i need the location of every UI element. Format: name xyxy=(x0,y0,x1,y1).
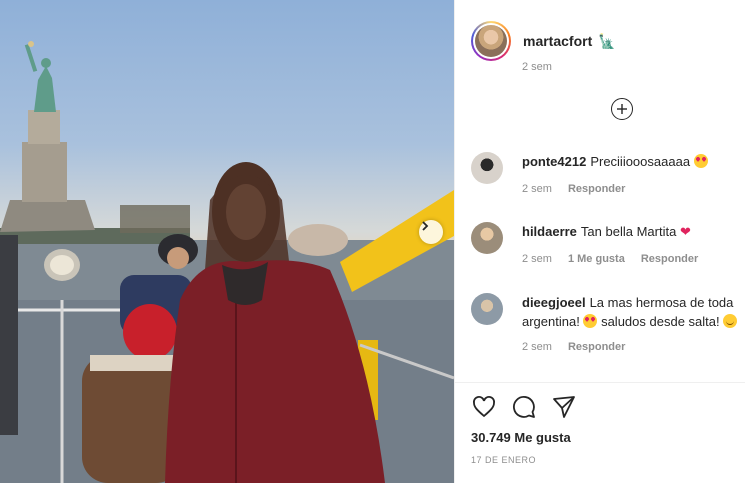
heart-eyes-emoji-icon xyxy=(583,314,598,328)
comment-item: dieegjoeel La mas hermosa de toda argenti… xyxy=(471,293,743,353)
comment-meta: 2 sem 1 Me gusta Responder xyxy=(522,253,743,265)
post-date[interactable]: 17 DE ENERO xyxy=(471,455,536,465)
comment-button[interactable] xyxy=(511,394,537,420)
comment-meta: 2 sem Responder xyxy=(522,183,743,195)
photo-scene xyxy=(0,41,454,483)
post-header: martacfort 🗽 xyxy=(471,21,616,61)
paper-plane-icon xyxy=(553,396,575,418)
comment-time[interactable]: 2 sem xyxy=(522,253,552,265)
comment-text: dieegjoeel La mas hermosa de toda argenti… xyxy=(522,293,743,331)
plus-circle-icon xyxy=(617,104,627,114)
heart-eyes-emoji-icon xyxy=(693,154,708,168)
smile-emoji-icon xyxy=(723,314,738,328)
statue-of-liberty-emoji: 🗽 xyxy=(598,32,616,49)
share-button[interactable] xyxy=(551,394,577,420)
comment-username[interactable]: dieegjoeel xyxy=(522,295,586,310)
section-divider xyxy=(455,382,745,383)
like-count[interactable]: 30.749 Me gusta xyxy=(471,430,571,445)
commenter-avatar[interactable] xyxy=(471,152,503,184)
post-photo xyxy=(0,0,454,483)
comment-item: ponte4212 Preciiiooosaaaaa 2 sem Responde… xyxy=(471,152,743,195)
next-photo-button[interactable] xyxy=(419,220,443,244)
comment-likes[interactable]: 1 Me gusta xyxy=(568,253,625,265)
commenter-avatar[interactable] xyxy=(471,222,503,254)
like-button[interactable] xyxy=(471,394,497,420)
reply-button[interactable]: Responder xyxy=(641,253,698,265)
comment-item: hildaerre Tan bella Martita ❤ 2 sem 1 Me … xyxy=(471,222,743,265)
comment-bubble-icon xyxy=(513,396,535,418)
commenter-avatar[interactable] xyxy=(471,293,503,325)
comment-message: Preciiiooosaaaaa xyxy=(590,154,691,169)
comment-username[interactable]: hildaerre xyxy=(522,224,577,239)
load-more-comments-button[interactable] xyxy=(611,98,633,120)
comment-meta: 2 sem Responder xyxy=(522,341,743,353)
comment-text: ponte4212 Preciiiooosaaaaa xyxy=(522,152,743,171)
comment-time[interactable]: 2 sem xyxy=(522,183,552,195)
chevron-right-icon xyxy=(422,221,429,231)
reply-button[interactable]: Responder xyxy=(568,341,625,353)
author-avatar[interactable] xyxy=(471,21,511,61)
red-heart-emoji-icon: ❤ xyxy=(679,224,691,239)
comment-message-continued: saludos desde salta! xyxy=(601,314,720,329)
comment-message: Tan bella Martita xyxy=(580,224,677,239)
reply-button[interactable]: Responder xyxy=(568,183,625,195)
post-side-panel: martacfort 🗽 2 sem ponte4212 Preciiiooosa… xyxy=(454,0,745,483)
author-username[interactable]: martacfort xyxy=(523,33,592,49)
comment-username[interactable]: ponte4212 xyxy=(522,154,586,169)
caption-timestamp[interactable]: 2 sem xyxy=(522,61,552,73)
comment-text: hildaerre Tan bella Martita ❤ xyxy=(522,222,743,241)
post-actions xyxy=(471,394,577,420)
heart-outline-icon xyxy=(473,396,495,418)
comment-time[interactable]: 2 sem xyxy=(522,341,552,353)
